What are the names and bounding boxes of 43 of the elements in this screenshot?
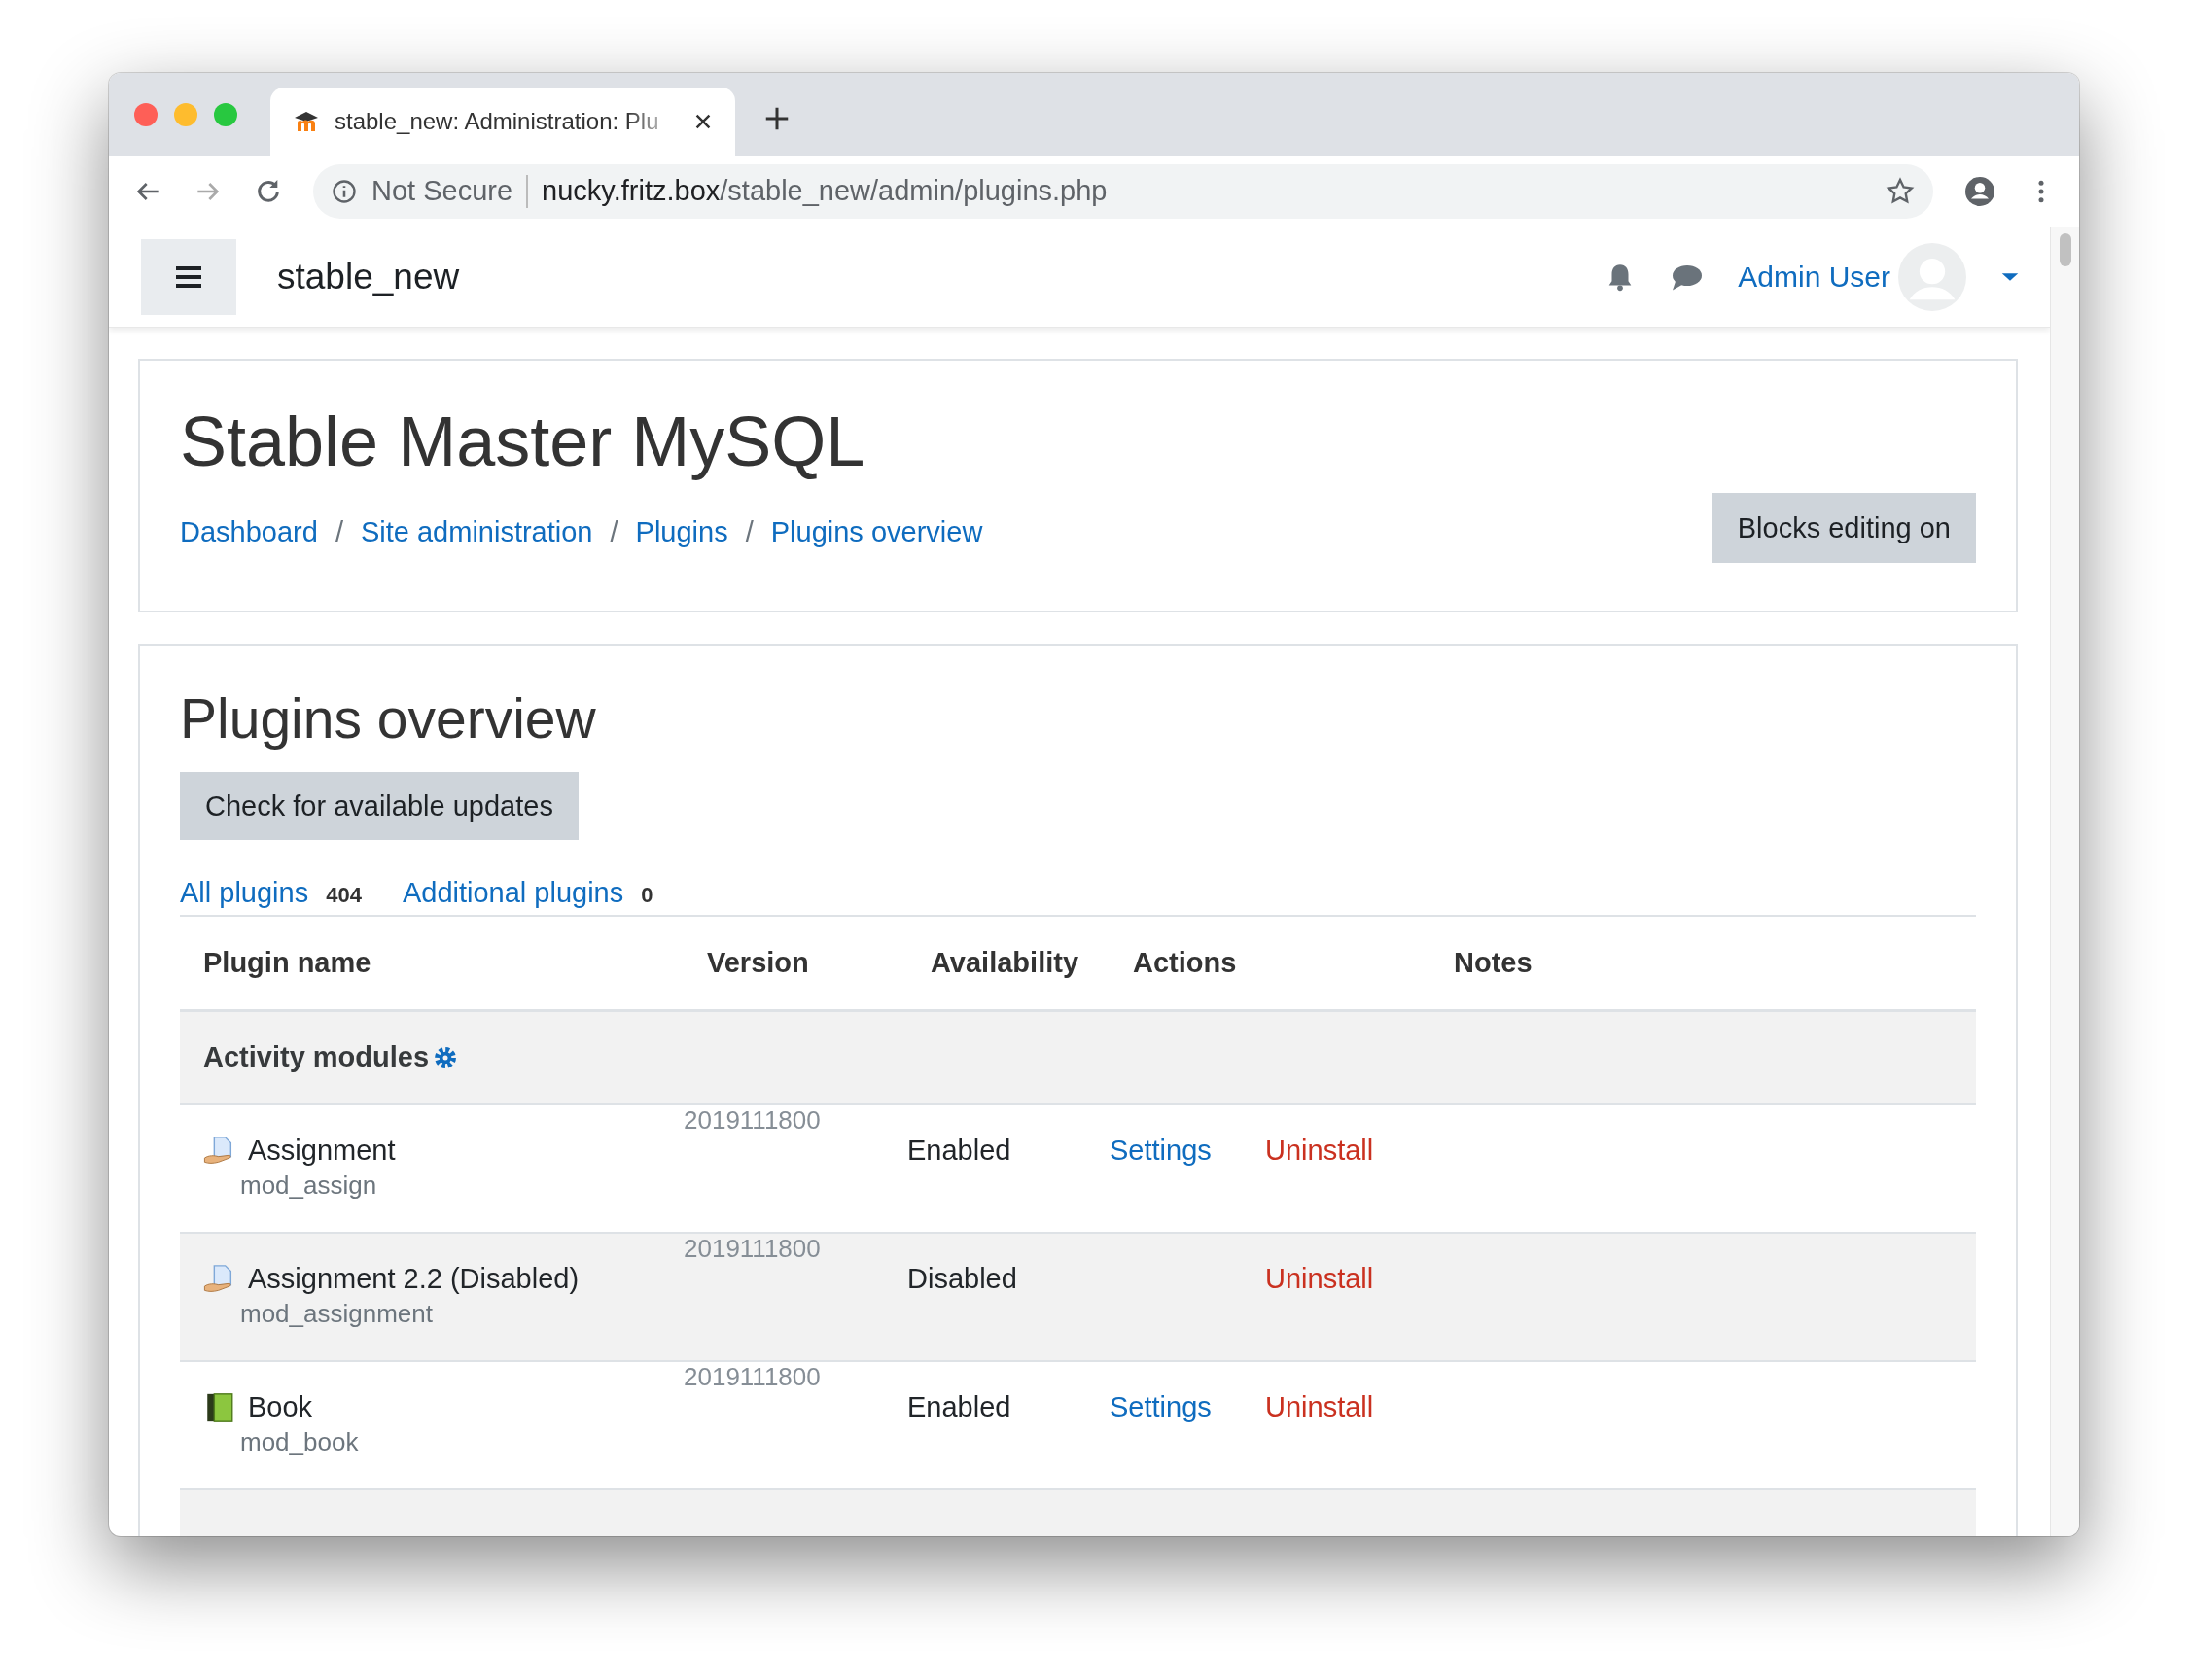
component-name: mod_assign xyxy=(240,1170,378,1201)
breadcrumb-separator: / xyxy=(745,515,754,548)
plugin-name: Assignment 2.2 (Disabled) xyxy=(248,1262,580,1294)
info-icon xyxy=(331,177,358,205)
category-label: Activity modules xyxy=(203,1041,430,1074)
address-bar[interactable]: Not Secure nucky.fritz.box/stable_new/admin/plugins.php xyxy=(313,163,1933,219)
page-title: Stable Master MySQL xyxy=(180,402,866,481)
blocks-editing-button[interactable]: Blocks editing on xyxy=(1712,493,1976,563)
component-name: mod_book xyxy=(240,1426,359,1457)
component-name: mod_assignment xyxy=(240,1298,434,1329)
settings-link[interactable]: Settings xyxy=(1110,1134,1212,1166)
site-name[interactable]: stable_new xyxy=(277,257,1605,298)
uninstall-link[interactable]: Uninstall xyxy=(1265,1262,1374,1295)
check-updates-button[interactable]: Check for available updates xyxy=(180,772,579,840)
user-menu-link[interactable]: Admin User xyxy=(1738,261,1890,294)
breadcrumb-link[interactable]: Site administration xyxy=(360,515,593,548)
uninstall-link[interactable]: Uninstall xyxy=(1265,1134,1374,1167)
section-heading: Plugins overview xyxy=(180,686,597,751)
browser-tab[interactable]: stable_new: Administration: Plu xyxy=(270,88,735,156)
version-number: 2019111800 xyxy=(684,1233,821,1263)
security-label: Not Secure xyxy=(371,175,513,207)
availability-status: Disabled xyxy=(907,1262,1017,1294)
breadcrumb-link[interactable]: Dashboard xyxy=(180,515,318,548)
scrollbar-thumb[interactable] xyxy=(2059,233,2071,266)
url-text: nucky.fritz.box/stable_new/admin/plugins.php xyxy=(542,175,1109,207)
filter-link[interactable]: All plugins xyxy=(180,877,309,909)
hamburger-icon xyxy=(174,264,203,290)
availability-status: Enabled xyxy=(907,1390,1011,1422)
plugin-name: Assignment xyxy=(248,1134,396,1166)
plugin-count: 404 xyxy=(326,883,362,908)
availability-status: Enabled xyxy=(907,1134,1011,1166)
menu-button[interactable] xyxy=(141,239,236,315)
breadcrumb-separator: / xyxy=(335,515,343,548)
breadcrumb-separator: / xyxy=(610,515,618,548)
plugin-name: Book xyxy=(248,1390,313,1422)
breadcrumb-link[interactable]: Plugins overview xyxy=(770,515,983,548)
version-number: 2019111800 xyxy=(684,1361,821,1391)
uninstall-link[interactable]: Uninstall xyxy=(1265,1390,1374,1423)
filter-link[interactable]: Additional plugins xyxy=(402,877,624,909)
version-number: 2019111800 xyxy=(684,1104,821,1135)
settings-link[interactable]: Settings xyxy=(1110,1390,1212,1422)
breadcrumb-link[interactable]: Plugins xyxy=(635,515,728,548)
plugin-count: 0 xyxy=(641,883,653,908)
